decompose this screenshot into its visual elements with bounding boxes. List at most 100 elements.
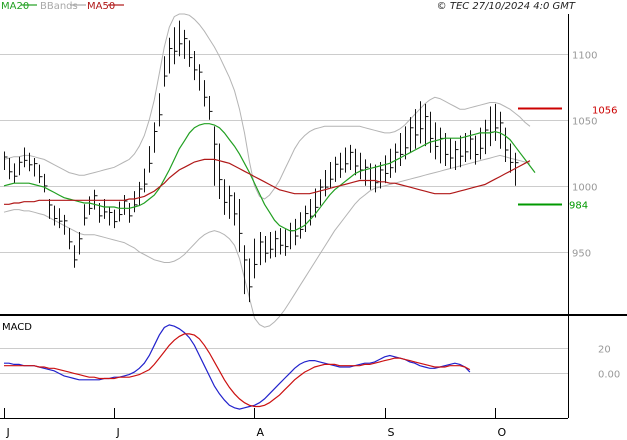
price-bar (119, 201, 123, 222)
bbands-upper-line (3, 13, 531, 200)
price-bar (270, 232, 274, 259)
panel-separator (0, 314, 627, 316)
price-y-axis: 950 1000 1050 1100 (572, 51, 597, 260)
price-bar (214, 126, 218, 186)
macd-lines (4, 324, 471, 410)
moving-averages (3, 123, 536, 232)
price-bar (89, 196, 93, 215)
price-bar (340, 152, 344, 178)
time-axis-label: J (6, 426, 10, 439)
price-bar (159, 93, 163, 127)
price-bar (515, 152, 519, 186)
price-bar (34, 158, 38, 177)
price-bar (94, 189, 98, 210)
price-bar (415, 109, 419, 149)
price-bar (345, 147, 349, 173)
price-y-tick-label: 1100 (572, 51, 597, 62)
price-bar (400, 132, 404, 166)
price-bar (325, 169, 329, 197)
price-bar (280, 228, 284, 255)
legend-ma20-label: MA20 (1, 1, 29, 12)
price-bar (79, 232, 83, 255)
price-bar (174, 27, 178, 65)
price-bar (54, 205, 58, 226)
price-bar (485, 119, 489, 155)
macd-signal-line (4, 333, 471, 408)
legend-ma50-label: MA50 (87, 1, 115, 12)
price-bar (355, 148, 359, 176)
price-bar (285, 229, 289, 256)
price-bar (189, 40, 193, 67)
price-bar (114, 209, 118, 229)
price-bar (49, 199, 53, 219)
price-bar (335, 156, 339, 182)
price-bar (164, 56, 168, 87)
price-bar (425, 103, 429, 147)
resistance-label: 1056 (592, 106, 617, 117)
time-axis: JJASON (0, 408, 568, 439)
price-bar (69, 228, 73, 250)
macd-panel: MACD 0.00 20 (0, 316, 620, 418)
price-bar (460, 135, 464, 168)
price-bar (239, 199, 243, 252)
price-bar (265, 236, 269, 263)
price-bar (275, 230, 279, 258)
price-bar (144, 168, 148, 193)
time-axis-label: J (116, 426, 120, 439)
support-label: 984 (569, 201, 588, 212)
price-bar (254, 238, 258, 279)
legend-bbands-label: BBands (40, 1, 78, 12)
price-bar (19, 156, 23, 176)
legend: MA20 BBands MA50 © TEC 27/10/2024 4:0 GM… (1, 1, 576, 12)
price-bar (124, 195, 128, 215)
price-bar (385, 155, 389, 184)
macd-y-tick-label: 0.00 (598, 370, 620, 381)
price-bar (209, 95, 213, 120)
bollinger-bands (3, 13, 531, 328)
macd-y-axis: 0.00 20 (598, 345, 620, 381)
price-bar (495, 103, 499, 141)
copyright-label: © TEC 27/10/2024 4:0 GMT (437, 1, 576, 12)
price-bar (410, 117, 414, 153)
price-bar (440, 127, 444, 164)
time-axis-label: O (498, 426, 507, 439)
price-bar (305, 205, 309, 233)
time-axis-ticks: JJASON (4, 408, 507, 439)
price-bar (104, 199, 108, 219)
price-gridlines (0, 54, 568, 253)
price-bar (455, 140, 459, 170)
price-bar (490, 106, 494, 147)
macd-gridlines (0, 348, 568, 374)
price-bar (59, 208, 63, 229)
ma20-line (3, 123, 536, 232)
price-bar (109, 206, 113, 226)
price-bar (350, 144, 354, 170)
price-bar (64, 214, 68, 235)
price-bar (139, 181, 143, 206)
chart-root: MA20 BBands MA50 © TEC 27/10/2024 4:0 GM… (0, 1, 627, 439)
price-bar (149, 146, 153, 173)
price-bar (430, 111, 434, 153)
macd-y-tick-label: 20 (598, 345, 611, 356)
price-bar (24, 147, 28, 168)
price-bar (360, 152, 364, 180)
price-bar (330, 162, 334, 189)
price-bar (74, 245, 78, 268)
price-bar (465, 132, 469, 163)
price-bar (39, 164, 43, 184)
price-bar (224, 179, 228, 215)
time-axis-label: A (257, 426, 265, 439)
price-bar (260, 232, 264, 266)
price-bar (234, 192, 238, 226)
bbands-lower-line (3, 154, 531, 328)
price-bar (9, 158, 13, 180)
price-bar (320, 179, 324, 206)
price-bar (229, 185, 233, 219)
price-y-tick-label: 950 (572, 249, 591, 260)
price-bar (129, 202, 133, 223)
price-y-tick-label: 1050 (572, 117, 597, 128)
price-bar (475, 135, 479, 165)
price-bar (179, 20, 183, 57)
price-bar (395, 143, 399, 173)
price-bar (134, 191, 138, 213)
